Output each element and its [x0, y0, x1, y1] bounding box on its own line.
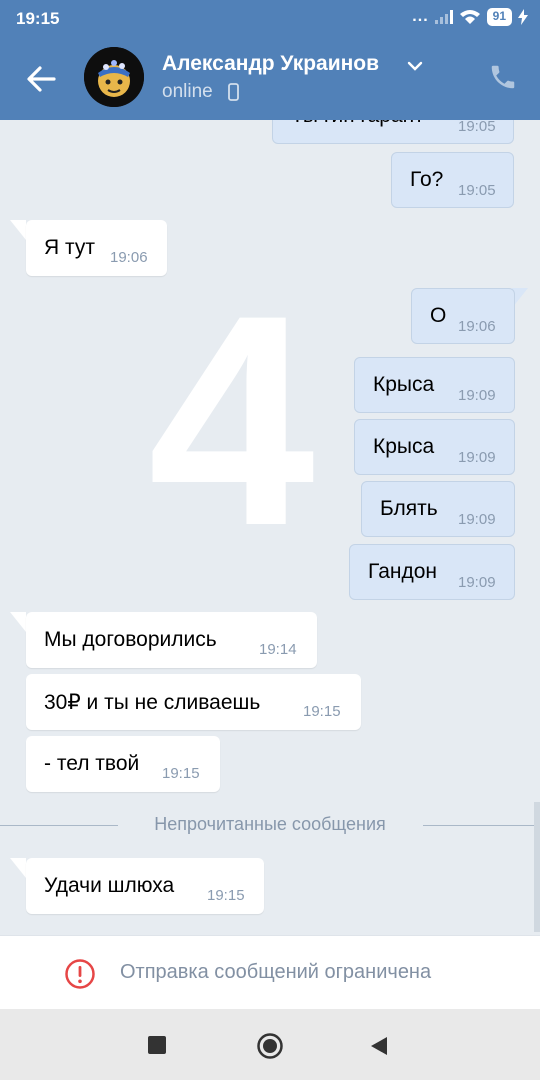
warning-icon [64, 958, 96, 995]
message-bubble-outgoing[interactable]: Блять 19:09 [361, 481, 515, 537]
bubble-tail [10, 220, 26, 240]
chevron-down-icon[interactable] [407, 58, 423, 76]
system-nav-bar [0, 1009, 540, 1080]
message-time: 19:15 [303, 703, 341, 720]
message-text: О [430, 304, 447, 327]
message-bubble-incoming[interactable]: Мы договорились 19:14 [26, 612, 317, 668]
more-notifications-icon: ... [412, 8, 429, 25]
contact-status: online [162, 81, 213, 102]
scrollbar[interactable] [534, 802, 540, 932]
battery-icon: 91 [486, 8, 512, 26]
message-text: Крыса [373, 373, 435, 396]
charging-icon [518, 9, 528, 25]
composer-restricted: Отправка сообщений ограничена [0, 935, 540, 1009]
divider-line [423, 825, 540, 826]
message-bubble-outgoing[interactable]: Го? 19:05 [391, 152, 514, 208]
message-bubble-outgoing[interactable]: Ты гип гарант 19:05 [272, 120, 514, 144]
contact-name[interactable]: Александр Украинов [162, 52, 379, 76]
message-text: Гандон [368, 560, 437, 583]
status-bar: 19:15 ... 91 [0, 0, 540, 36]
back-arrow-icon[interactable] [24, 62, 58, 96]
message-time: 19:15 [207, 887, 245, 904]
message-time: 19:06 [458, 318, 496, 335]
message-time: 19:06 [110, 249, 148, 266]
message-bubble-outgoing[interactable]: Крыса 19:09 [354, 419, 515, 475]
message-list[interactable]: 4 Ты гип гарант 19:05 Го? 19:05 Я тут 19… [0, 120, 540, 935]
avatar[interactable] [84, 47, 144, 107]
restricted-label: Отправка сообщений ограничена [120, 961, 432, 983]
message-bubble-incoming[interactable]: Удачи шлюха 19:15 [26, 858, 264, 914]
message-time: 19:09 [458, 387, 496, 404]
message-time: 19:15 [162, 765, 200, 782]
chat-header: 19:15 ... 91 Александр Украинов online [0, 0, 540, 120]
message-time: 19:14 [259, 641, 297, 658]
mobile-icon [228, 83, 239, 106]
message-bubble-outgoing[interactable]: О 19:06 [411, 288, 515, 344]
message-text: Мы договорились [44, 628, 217, 651]
status-icons: ... 91 [412, 8, 528, 26]
message-time: 19:05 [458, 182, 496, 199]
message-bubble-outgoing[interactable]: Крыса 19:09 [354, 357, 515, 413]
nav-square-icon[interactable] [148, 1036, 166, 1059]
signal-icon [434, 10, 453, 24]
message-bubble-incoming[interactable]: 30₽ и ты не сливаешь 19:15 [26, 674, 361, 730]
message-time: 19:09 [458, 574, 496, 591]
message-text: - тел твой [44, 752, 140, 775]
message-text: Блять [380, 497, 438, 520]
message-text: Го? [410, 168, 444, 191]
message-text: Ты гип гарант [291, 120, 424, 128]
message-time: 19:09 [458, 449, 496, 466]
message-text: Удачи шлюха [44, 874, 175, 897]
wifi-icon [459, 9, 481, 25]
message-bubble-outgoing[interactable]: Гандон 19:09 [349, 544, 515, 600]
phone-icon[interactable] [488, 62, 518, 92]
message-text: Я тут [44, 236, 95, 259]
message-bubble-incoming[interactable]: - тел твой 19:15 [26, 736, 220, 792]
status-time: 19:15 [16, 9, 60, 28]
unread-divider: Непрочитанные сообщения [0, 814, 540, 838]
bubble-tail [10, 612, 26, 632]
message-text: 30₽ и ты не сливаешь [44, 690, 261, 714]
nav-circle-icon[interactable] [256, 1032, 284, 1065]
nav-triangle-icon[interactable] [370, 1036, 388, 1061]
message-bubble-incoming[interactable]: Я тут 19:06 [26, 220, 167, 276]
overlay-number: 4 [148, 252, 315, 588]
message-text: Крыса [373, 435, 435, 458]
message-time: 19:09 [458, 511, 496, 528]
message-time: 19:05 [458, 120, 496, 135]
bubble-tail [10, 858, 26, 878]
